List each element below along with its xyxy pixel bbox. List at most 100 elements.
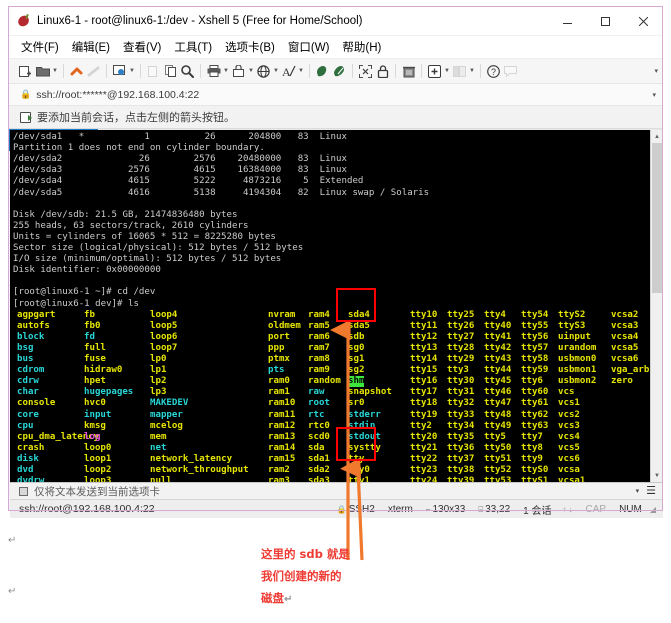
ls-entry: lp0 xyxy=(150,354,167,364)
file-transfer-icon[interactable] xyxy=(230,62,247,81)
reconnect-icon[interactable] xyxy=(68,62,85,81)
menu-tools[interactable]: 工具(T) xyxy=(174,39,212,55)
globe-dropdown-icon[interactable]: ▼ xyxy=(272,62,280,81)
status-sessions: 1 会话 xyxy=(523,505,552,517)
highlight-icon[interactable] xyxy=(314,62,331,81)
print-dropdown-icon[interactable]: ▼ xyxy=(222,62,230,81)
ls-entry: MAKEDEV xyxy=(150,398,189,409)
toolbar-overflow-icon[interactable]: ▾ xyxy=(654,59,658,83)
address-input[interactable]: ssh://root:******@192.168.100.4:22 xyxy=(36,89,199,101)
menu-window[interactable]: 窗口(W) xyxy=(288,39,330,55)
ls-entry: raw xyxy=(308,387,325,398)
new-session-icon[interactable] xyxy=(17,62,34,81)
terminal-line: /dev/sda3 2576 4615 16384000 83 Linux xyxy=(13,165,347,176)
size-icon: ⌐ xyxy=(425,504,431,514)
open-folder-icon[interactable] xyxy=(34,62,51,81)
send-menu-icon[interactable]: ☰ xyxy=(646,485,656,497)
address-bar[interactable]: 🔒 ssh://root:******@192.168.100.4:22 ▾ xyxy=(9,84,662,106)
send-to-tab-bar[interactable]: 仅将文本发送到当前选项卡 ▾ ☰ xyxy=(10,482,663,499)
ls-entry: tty35 xyxy=(447,431,475,442)
status-caps-lock: CAP xyxy=(585,503,607,515)
help-icon[interactable]: ? xyxy=(485,62,502,81)
ls-entry: tty20 xyxy=(410,431,438,442)
maximize-button[interactable] xyxy=(586,7,624,35)
scrollbar-track[interactable] xyxy=(651,143,663,469)
ls-entry: hidraw0 xyxy=(84,365,123,376)
ls-entry: sg2 xyxy=(348,365,365,376)
ls-entry: tty52 xyxy=(484,465,512,475)
ls-entry: tty38 xyxy=(447,465,475,475)
ls-entry: tty45 xyxy=(484,376,512,387)
pilcrow-icon: ↵ xyxy=(284,594,293,605)
ls-entry: sda2 xyxy=(308,465,330,475)
fullscreen-icon[interactable] xyxy=(357,62,374,81)
terminal-screen[interactable]: /dev/sda1 * 1 26 204800 83 Linux Partitio… xyxy=(10,130,650,482)
ls-entry: loop0 xyxy=(84,442,112,453)
ls-entry: oldmem xyxy=(268,320,301,331)
toolbar-separator xyxy=(106,64,107,78)
ls-entry: tty30 xyxy=(447,376,475,387)
ls-entry: usbmon1 xyxy=(558,365,597,376)
ls-entry: sr0 xyxy=(348,398,365,409)
add-icon[interactable] xyxy=(426,62,443,81)
copy-icon[interactable] xyxy=(162,62,179,81)
ls-entry: tty46 xyxy=(484,387,512,398)
status-protocol: 🔒 SSH2 xyxy=(336,503,375,515)
print-icon[interactable] xyxy=(205,62,222,81)
ls-entry: ram11 xyxy=(268,409,296,420)
send-dropdown-icon[interactable]: ▾ xyxy=(636,487,640,495)
lock-icon: 🔒 xyxy=(336,504,347,514)
open-folder-dropdown-icon[interactable]: ▼ xyxy=(51,62,59,81)
terminal-line: Disk /dev/sdb: 21.5 GB, 21474836480 byte… xyxy=(13,209,238,220)
ls-entry: vcsa6 xyxy=(611,354,639,364)
ls-entry: snapshot xyxy=(348,387,392,398)
session-properties-dropdown-icon[interactable]: ▼ xyxy=(128,62,136,81)
toolbar-separator xyxy=(140,64,141,78)
ls-entry: tty29 xyxy=(447,354,475,364)
menu-help[interactable]: 帮助(H) xyxy=(342,39,381,55)
scroll-up-icon[interactable]: ▲ xyxy=(651,130,663,143)
window-controls xyxy=(548,7,662,35)
trash-icon[interactable] xyxy=(400,62,417,81)
font-icon[interactable]: A xyxy=(280,62,297,81)
ls-entry: tty36 xyxy=(447,442,475,453)
ls-entry: tty21 xyxy=(410,442,438,453)
search-icon[interactable] xyxy=(179,62,196,81)
menu-view[interactable]: 查看(V) xyxy=(123,39,161,55)
ls-entry: ram0 xyxy=(268,376,290,387)
terminal-scrollbar[interactable]: ▲ ▼ xyxy=(650,130,663,482)
menu-tabs[interactable]: 选项卡(B) xyxy=(225,39,275,55)
minimize-button[interactable] xyxy=(548,7,586,35)
add-dropdown-icon[interactable]: ▼ xyxy=(443,62,451,81)
scrollbar-thumb[interactable] xyxy=(652,143,662,293)
terminal-line: Units = cylinders of 16065 * 512 = 82252… xyxy=(13,231,276,242)
favorites-hint-text: 要添加当前会话，点击左侧的箭头按钮。 xyxy=(37,112,235,124)
scroll-down-icon[interactable]: ▼ xyxy=(651,469,663,482)
close-button[interactable] xyxy=(624,7,662,35)
compose-icon[interactable] xyxy=(331,62,348,81)
ls-entry: tty27 xyxy=(447,331,475,342)
ls-entry: vcsa3 xyxy=(611,320,639,331)
ls-entry: tty34 xyxy=(447,420,475,431)
ls-entry: tty0 xyxy=(348,465,370,475)
lock-icon[interactable] xyxy=(374,62,391,81)
menu-file[interactable]: 文件(F) xyxy=(21,39,59,55)
ls-entry: hvc0 xyxy=(84,398,106,409)
ls-entry: crash xyxy=(17,442,45,453)
address-dropdown-icon[interactable]: ▾ xyxy=(652,91,656,99)
font-dropdown-icon[interactable]: ▼ xyxy=(297,62,305,81)
file-transfer-dropdown-icon[interactable]: ▼ xyxy=(247,62,255,81)
ls-entry: disk xyxy=(17,453,39,464)
send-bar-controls: ▾ ☰ xyxy=(636,485,663,497)
globe-icon[interactable] xyxy=(255,62,272,81)
ls-entry: tty31 xyxy=(447,387,475,398)
ls-entry: vga_arbiter xyxy=(611,365,650,376)
ls-entry: tty12 xyxy=(410,331,438,342)
ls-entry: tty22 xyxy=(410,453,438,464)
ls-entry: ram9 xyxy=(308,365,330,376)
menu-edit[interactable]: 编辑(E) xyxy=(72,39,110,55)
ls-entry: tty54 xyxy=(521,309,549,320)
add-to-favorites-icon[interactable] xyxy=(20,111,32,123)
session-properties-icon[interactable] xyxy=(111,62,128,81)
